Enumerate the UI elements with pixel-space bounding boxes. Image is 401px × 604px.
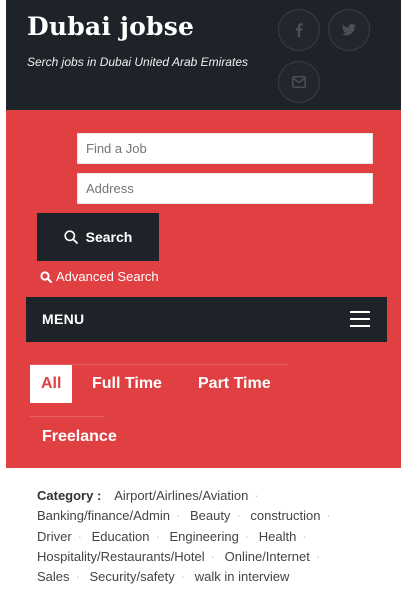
tab-full-time[interactable]: Full Time [92,365,162,403]
separator-dot: · [155,528,160,544]
search-icon [64,230,78,244]
tab-all[interactable]: All [30,365,73,403]
search-icon [40,270,52,283]
separator-dot: · [254,488,259,503]
separator-dot: · [236,508,241,524]
category-link[interactable]: Banking/finance/Admin [37,508,170,523]
separator-dot: · [180,569,186,585]
separator-dot: · [326,508,331,524]
address-input[interactable] [77,173,373,204]
category-link[interactable]: Beauty [190,508,230,523]
advanced-search-label: Advanced Search [56,269,159,284]
category-link[interactable]: Online/Internet [225,549,310,564]
category-link[interactable]: Education [92,529,150,544]
envelope-icon[interactable] [278,61,320,103]
category-heading: Category : [37,488,102,503]
advanced-search-link[interactable]: Advanced Search [40,269,159,284]
menu-bar[interactable]: MENU [26,297,387,342]
separator-dot: · [175,508,181,524]
category-link[interactable]: Sales [37,569,70,584]
separator-dot: · [75,569,80,585]
category-link[interactable]: Engineering [169,529,238,544]
site-title[interactable]: Dubai jobse [27,12,194,41]
category-link[interactable]: Airport/Airlines/Aviation [114,488,248,503]
job-search-input[interactable] [77,133,373,164]
search-button[interactable]: Search [37,213,159,261]
search-button-label: Search [85,229,133,245]
separator-dot: · [77,528,83,544]
category-link[interactable]: Health [259,529,297,544]
twitter-icon[interactable] [328,9,370,51]
category-link[interactable]: Hospitality/Restaurants/Hotel [37,549,205,564]
category-link[interactable]: construction [250,508,320,523]
job-search-panel: Search Advanced Search MENU All Full Tim… [6,110,401,468]
tab-part-time[interactable]: Part Time [198,365,271,403]
separator-dot: · [210,548,215,564]
separator-dot: · [244,528,250,544]
tab-freelance[interactable]: Freelance [42,418,117,456]
category-link[interactable]: walk in interview [195,569,290,584]
site-tagline: Serch jobs in Dubai United Arab Emirates [27,55,248,69]
site-header: Dubai jobse Serch jobs in Dubai United A… [6,0,401,110]
separator-dot: · [302,528,307,544]
category-list: Category : Airport/Airlines/Aviation · Ba… [37,486,377,587]
separator-dot: · [315,548,321,564]
facebook-icon[interactable] [278,9,320,51]
category-link[interactable]: Security/safety [90,569,175,584]
category-link[interactable]: Driver [37,529,72,544]
hamburger-icon[interactable] [350,311,370,327]
tab-divider [30,416,104,417]
menu-label: MENU [42,311,85,327]
